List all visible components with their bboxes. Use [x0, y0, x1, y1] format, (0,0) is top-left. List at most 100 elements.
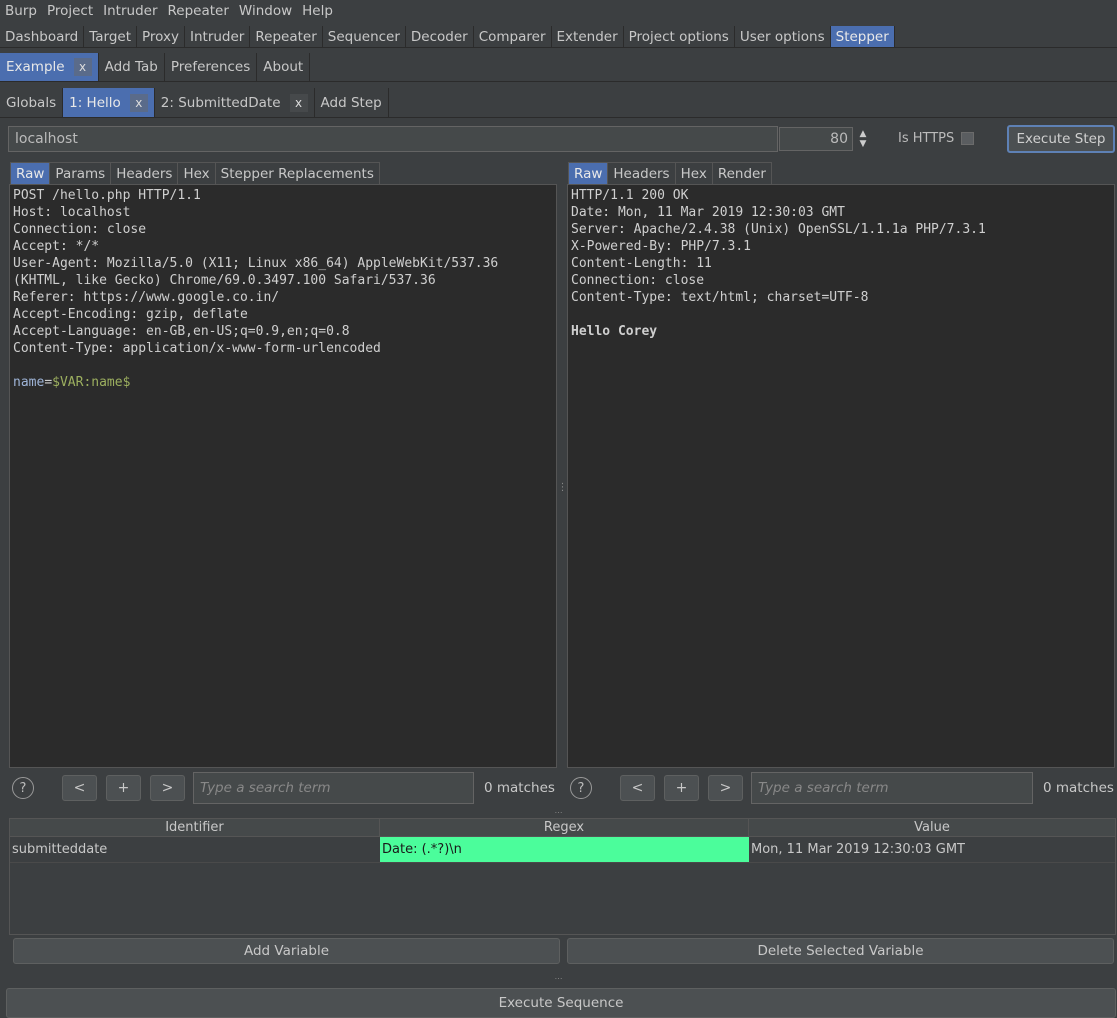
tab-stepper[interactable]: Stepper	[830, 26, 895, 47]
cell-identifier[interactable]: submitteddate	[10, 837, 380, 862]
step-tab-bar: Globals 1: Hello x 2: SubmittedDate x Ad…	[0, 88, 1117, 118]
tab-preferences[interactable]: Preferences	[165, 53, 258, 81]
request-line: Referer: https://www.google.co.in/	[13, 290, 280, 305]
execute-sequence-button[interactable]: Execute Sequence	[6, 988, 1116, 1018]
menu-help[interactable]: Help	[297, 0, 338, 22]
response-editor[interactable]: HTTP/1.1 200 OK Date: Mon, 11 Mar 2019 12…	[567, 184, 1115, 768]
request-line: Host: localhost	[13, 205, 131, 220]
request-line: Accept-Encoding: gzip, deflate	[13, 307, 248, 322]
tab-example-label: Example	[6, 59, 65, 75]
menu-intruder[interactable]: Intruder	[98, 0, 162, 22]
column-value[interactable]: Value	[749, 819, 1115, 836]
request-tab-bar: Raw Params Headers Hex Stepper Replaceme…	[10, 162, 380, 184]
menu-project[interactable]: Project	[42, 0, 98, 22]
https-checkbox[interactable]	[961, 132, 974, 145]
tab-comparer[interactable]: Comparer	[474, 26, 552, 47]
tab-sequencer[interactable]: Sequencer	[323, 26, 406, 47]
host-input[interactable]: localhost	[8, 126, 778, 152]
body-param-equals: =	[44, 375, 53, 390]
response-line: Content-Type: text/html; charset=UTF-8	[571, 290, 869, 305]
response-tab-raw[interactable]: Raw	[568, 162, 609, 184]
variables-table: Identifier Regex Value submitteddate Dat…	[9, 818, 1116, 935]
add-variable-button[interactable]: Add Variable	[13, 938, 560, 964]
execute-step-button[interactable]: Execute Step	[1007, 125, 1115, 153]
response-line: HTTP/1.1 200 OK	[571, 188, 689, 203]
bottom-split-handle[interactable]: ⋯	[0, 974, 1117, 983]
response-search-input[interactable]: Type a search term	[751, 772, 1033, 804]
close-tab-example-icon[interactable]: x	[73, 58, 92, 76]
tab-decoder[interactable]: Decoder	[406, 26, 474, 47]
port-input[interactable]: 80	[779, 127, 853, 151]
spinner-down-icon[interactable]: ▼	[860, 139, 867, 149]
response-tab-headers[interactable]: Headers	[608, 162, 676, 184]
request-prev-button[interactable]: <	[62, 775, 97, 801]
response-prev-button[interactable]: <	[620, 775, 655, 801]
menu-bar: Burp Project Intruder Repeater Window He…	[0, 0, 1117, 22]
request-tab-raw[interactable]: Raw	[10, 162, 51, 184]
request-tab-hex[interactable]: Hex	[178, 162, 216, 184]
response-line: Connection: close	[571, 273, 705, 288]
response-line: Content-Length: 11	[571, 256, 712, 271]
request-tab-params[interactable]: Params	[50, 162, 112, 184]
port-spinner[interactable]: ▲ ▼	[854, 127, 872, 151]
response-add-button[interactable]: +	[664, 775, 699, 801]
tab-intruder[interactable]: Intruder	[185, 26, 251, 47]
request-editor[interactable]: POST /hello.php HTTP/1.1 Host: localhost C…	[9, 184, 557, 768]
table-header: Identifier Regex Value	[10, 819, 1115, 837]
response-help-icon[interactable]: ?	[570, 777, 592, 799]
request-help-icon[interactable]: ?	[12, 777, 34, 799]
tab-user-options[interactable]: User options	[735, 26, 831, 47]
request-body: name=$VAR:name$	[13, 374, 553, 391]
cell-regex[interactable]: Date: (.*?)\n	[380, 837, 749, 862]
pane-split-handle[interactable]: ⋮	[558, 160, 568, 815]
menu-window[interactable]: Window	[234, 0, 297, 22]
menu-repeater[interactable]: Repeater	[163, 0, 234, 22]
request-tab-stepper-replacements[interactable]: Stepper Replacements	[215, 162, 380, 184]
tab-project-options[interactable]: Project options	[624, 26, 735, 47]
body-param-variable: $VAR:name$	[52, 375, 131, 390]
response-tab-hex[interactable]: Hex	[675, 162, 713, 184]
response-tab-render[interactable]: Render	[712, 162, 772, 184]
request-line: Connection: close	[13, 222, 147, 237]
tab-step-hello-label: 1: Hello	[69, 94, 121, 111]
request-next-button[interactable]: >	[150, 775, 185, 801]
delete-variable-button[interactable]: Delete Selected Variable	[567, 938, 1114, 964]
response-match-count: 0 matches	[1043, 780, 1114, 796]
request-add-button[interactable]: +	[106, 775, 141, 801]
sequence-tab-bar: Example x Add Tab Preferences About	[0, 53, 1117, 82]
column-regex[interactable]: Regex	[380, 819, 749, 836]
tab-example[interactable]: Example x	[0, 53, 99, 81]
tab-extender[interactable]: Extender	[552, 26, 624, 47]
response-next-button[interactable]: >	[708, 775, 743, 801]
column-identifier[interactable]: Identifier	[10, 819, 380, 836]
tab-step-hello[interactable]: 1: Hello x	[63, 88, 155, 117]
request-line: Accept-Language: en-GB,en-US;q=0.9,en;q=…	[13, 324, 350, 339]
add-step-button[interactable]: Add Step	[315, 88, 389, 117]
spinner-up-icon[interactable]: ▲	[860, 129, 867, 139]
close-step-submitteddate-icon[interactable]: x	[289, 93, 308, 112]
tab-about[interactable]: About	[257, 53, 311, 81]
request-search-input[interactable]: Type a search term	[193, 772, 474, 804]
add-tab-button[interactable]: Add Tab	[99, 53, 165, 81]
response-body: Hello Corey	[571, 324, 658, 339]
tab-repeater[interactable]: Repeater	[250, 26, 323, 47]
request-tab-headers[interactable]: Headers	[111, 162, 179, 184]
tab-target[interactable]: Target	[84, 26, 138, 47]
tab-proxy[interactable]: Proxy	[137, 26, 185, 47]
editor-split-handle[interactable]: ⋯	[0, 808, 1117, 817]
request-match-count: 0 matches	[484, 780, 555, 796]
tab-globals[interactable]: Globals	[0, 88, 64, 117]
menu-burp[interactable]: Burp	[0, 0, 42, 22]
response-line: X-Powered-By: PHP/7.3.1	[571, 239, 752, 254]
tab-dashboard[interactable]: Dashboard	[0, 26, 85, 47]
main-tab-bar: Dashboard Target Proxy Intruder Repeater…	[0, 26, 1117, 48]
table-row[interactable]: submitteddate Date: (.*?)\n Mon, 11 Mar …	[10, 837, 1115, 863]
request-line: User-Agent: Mozilla/5.0 (X11; Linux x86_…	[13, 256, 499, 271]
request-line: Content-Type: application/x-www-form-url…	[13, 341, 381, 356]
body-param-name: name	[13, 375, 45, 390]
tab-step-submitteddate[interactable]: 2: SubmittedDate x	[155, 88, 315, 117]
cell-value[interactable]: Mon, 11 Mar 2019 12:30:03 GMT	[749, 837, 1115, 862]
response-line: Server: Apache/2.4.38 (Unix) OpenSSL/1.1…	[571, 222, 986, 237]
close-step-hello-icon[interactable]: x	[129, 93, 148, 112]
response-tab-bar: Raw Headers Hex Render	[568, 162, 772, 184]
